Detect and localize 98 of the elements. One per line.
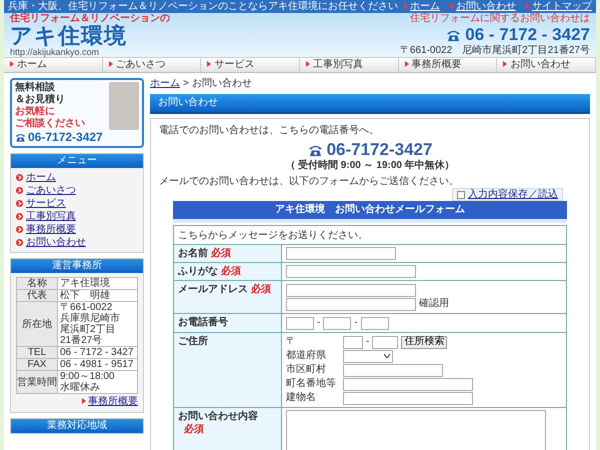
form-label: ふりがな 必須 bbox=[174, 262, 282, 280]
field-label: 建物名 bbox=[286, 392, 317, 404]
phone-field[interactable] bbox=[286, 316, 314, 330]
phone-number: 06-7172-3427 bbox=[308, 140, 432, 160]
separator: - bbox=[317, 317, 320, 329]
form-label: ご住所 bbox=[174, 332, 282, 408]
breadcrumb-current: お問い合わせ bbox=[192, 78, 252, 90]
address-field[interactable] bbox=[343, 364, 443, 376]
postal-code-field[interactable] bbox=[343, 336, 363, 348]
address-text: 〒661-0022 尼崎市尾浜町2丁目21番27号 bbox=[400, 45, 590, 57]
menu-link[interactable]: ごあいさつ bbox=[16, 185, 138, 196]
separator: - bbox=[354, 317, 358, 329]
phone-field[interactable] bbox=[323, 316, 352, 330]
required-mark: 必須 bbox=[251, 284, 271, 295]
email-confirm-field[interactable] bbox=[286, 298, 416, 310]
phone-icon bbox=[15, 132, 26, 142]
business-hours: （ 受付時間 9:00 ～ 19:00 年中無休） bbox=[285, 160, 455, 172]
postal-code-field[interactable] bbox=[372, 336, 398, 348]
site-logo[interactable]: アキ住環境 bbox=[10, 25, 127, 47]
prefecture-select[interactable] bbox=[343, 350, 393, 362]
field-label: 市区町村 bbox=[286, 364, 327, 376]
table-cell: 松下 明雄 bbox=[58, 290, 137, 301]
menu-link[interactable]: 事務所概要 bbox=[16, 224, 138, 235]
arrow-circle-icon bbox=[16, 187, 23, 194]
phone-field[interactable] bbox=[360, 316, 389, 330]
text-field[interactable] bbox=[286, 265, 416, 278]
menu-link[interactable]: サービス bbox=[16, 198, 138, 209]
table-cell: 06 - 4981 - 9517 bbox=[58, 359, 137, 370]
arrow-circle-icon bbox=[16, 200, 23, 207]
breadcrumb-separator: > bbox=[183, 78, 189, 90]
mail-intro: メールでのお問い合わせは、以下のフォームからご送信ください。 bbox=[159, 176, 460, 188]
header-link[interactable]: ホーム bbox=[404, 0, 440, 13]
menu-link[interactable]: ホーム bbox=[16, 172, 138, 183]
arrow-circle-icon bbox=[16, 239, 23, 246]
table-cell: 9:00～18:00 水曜休み bbox=[58, 371, 137, 393]
menu-link[interactable]: 工事別写真 bbox=[16, 211, 138, 222]
site-description: 兵庫・大阪、住宅リフォーム＆リノベーションのことならアキ住環境にお任せください bbox=[8, 0, 398, 12]
table-cell: TEL bbox=[17, 347, 57, 358]
required-mark: 必須 bbox=[184, 423, 205, 436]
banner-text: 無料相談 bbox=[15, 82, 55, 94]
text-field[interactable] bbox=[286, 247, 396, 260]
header-link[interactable]: サイトマップ bbox=[526, 0, 592, 13]
arrow-circle-icon bbox=[16, 174, 23, 181]
chevron-down-icon bbox=[384, 354, 390, 358]
table-cell: FAX bbox=[17, 359, 57, 370]
header-link[interactable]: お問い合わせ bbox=[450, 0, 516, 13]
table-cell: 06 - 7172 - 3427 bbox=[58, 347, 137, 358]
arrow-circle-icon bbox=[16, 213, 23, 220]
nav-item[interactable]: ごあいさつ bbox=[102, 58, 202, 72]
banner-text: ご相談ください bbox=[15, 118, 85, 130]
table-cell: 〒661-0022 兵庫県尼崎市 尾浜町2丁目 21番27号 bbox=[58, 302, 137, 346]
nav-item[interactable]: お問い合わせ bbox=[497, 58, 596, 72]
banner-text: お気軽に bbox=[15, 106, 55, 118]
nav-item[interactable]: サービス bbox=[201, 58, 300, 72]
nav-item[interactable]: 事務所概要 bbox=[398, 58, 498, 72]
phone-number: 06 - 7172 - 3427 bbox=[446, 25, 590, 45]
nav-item[interactable]: 工事別写真 bbox=[300, 58, 399, 72]
checkbox[interactable] bbox=[457, 190, 465, 198]
separator: - bbox=[366, 336, 370, 348]
required-mark: 必須 bbox=[221, 266, 241, 277]
field-label: 町名番地等 bbox=[286, 378, 337, 390]
nav-item[interactable]: ホーム bbox=[4, 58, 103, 72]
phone-intro: 電話でのお問い合わせは、こちらの電話番号へ。 bbox=[159, 125, 380, 137]
banner-text: ＆お見積り bbox=[15, 94, 65, 106]
banner-phone: 06-7172-3427 bbox=[15, 130, 139, 144]
breadcrumb-link[interactable]: ホーム bbox=[150, 78, 180, 90]
contact-label: 住宅リフォームに関するお問い合わせは bbox=[410, 13, 590, 25]
form-title: アキ住環境 お問い合わせメールフォーム bbox=[173, 201, 567, 223]
confirm-label: 確認用 bbox=[419, 298, 449, 310]
form-label: メールアドレス 必須 bbox=[174, 280, 282, 314]
email-field[interactable] bbox=[286, 284, 416, 296]
site-url: http://akijukankyo.com bbox=[10, 47, 100, 57]
table-cell: 営業時間 bbox=[17, 371, 57, 393]
save-option[interactable]: 入力内容保存／読込 bbox=[452, 188, 563, 201]
form-label: お問い合わせ内容 必須 bbox=[174, 408, 282, 450]
arrow-circle-icon bbox=[16, 226, 23, 233]
table-cell: アキ住環境 bbox=[58, 278, 137, 289]
form-label: お電話番号 bbox=[174, 314, 282, 332]
form-intro: こちらからメッセージをお送りください。 bbox=[174, 226, 566, 244]
tagline: 住宅リフォーム＆リノベーションの bbox=[10, 13, 170, 24]
table-cell: 所在地 bbox=[17, 302, 57, 346]
address-search-button[interactable]: 住所検索 bbox=[401, 336, 448, 348]
postal-mark: 〒 bbox=[286, 336, 297, 348]
form-label: お名前 必須 bbox=[174, 244, 282, 262]
photo-placeholder bbox=[109, 82, 139, 130]
consultation-banner[interactable]: 無料相談 ＆お見積り お気軽に ご相談ください 06-7172-3427 bbox=[10, 78, 144, 148]
field-label: 都道府県 bbox=[286, 350, 327, 362]
address-field[interactable] bbox=[343, 392, 473, 404]
required-mark: 必須 bbox=[211, 248, 231, 259]
office-link[interactable]: 事務所概要 bbox=[82, 396, 138, 408]
menu-link[interactable]: お問い合わせ bbox=[16, 237, 138, 248]
table-cell: 名称 bbox=[17, 278, 57, 289]
table-cell: 代表 bbox=[17, 290, 57, 301]
address-field[interactable] bbox=[343, 378, 473, 390]
panel-heading: 運営事務所 bbox=[11, 259, 143, 273]
panel-heading: 業務対応地域 bbox=[11, 419, 143, 433]
panel-heading: メニュー bbox=[11, 154, 143, 168]
page-title: お問い合わせ bbox=[150, 94, 590, 114]
